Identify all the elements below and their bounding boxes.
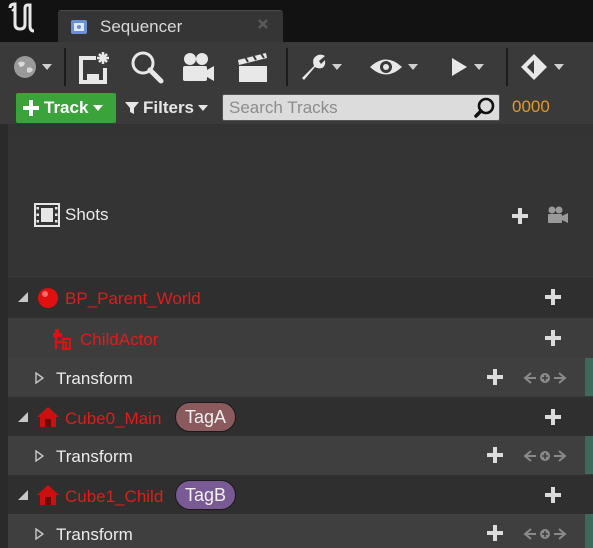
chevron-down-icon bbox=[93, 105, 104, 111]
camera-icon bbox=[183, 53, 214, 81]
wrench-icon bbox=[302, 54, 326, 80]
toolbar bbox=[0, 42, 593, 92]
current-frame-number[interactable]: 0000 bbox=[512, 97, 550, 117]
search-box[interactable] bbox=[222, 94, 500, 121]
chevron-down-icon bbox=[198, 105, 209, 111]
world-button[interactable] bbox=[12, 48, 52, 86]
add-key-button[interactable] bbox=[487, 369, 503, 385]
playback-options-button[interactable] bbox=[448, 48, 484, 86]
world-icon bbox=[14, 56, 36, 78]
camera-icon[interactable] bbox=[546, 205, 570, 225]
chevron-down-icon bbox=[554, 64, 564, 70]
track-row-transform[interactable]: Transform bbox=[8, 514, 593, 548]
add-track-button[interactable] bbox=[545, 289, 561, 305]
film-strip-icon bbox=[34, 203, 60, 227]
track-color-strip bbox=[585, 514, 593, 548]
add-track-label: Track bbox=[44, 98, 89, 117]
actor-house-icon bbox=[37, 407, 59, 427]
add-key-button[interactable] bbox=[487, 525, 503, 541]
chevron-down-icon bbox=[408, 64, 418, 70]
track-name: Cube0_Main bbox=[65, 409, 162, 428]
funnel-icon bbox=[125, 102, 139, 114]
filters-button[interactable]: Filters bbox=[124, 96, 209, 120]
clapperboard-icon bbox=[238, 51, 267, 82]
filters-label: Filters bbox=[143, 98, 195, 117]
collapse-arrow-icon[interactable] bbox=[18, 490, 28, 500]
play-icon bbox=[452, 58, 467, 76]
filter-bar: Track Filters 0000 bbox=[0, 92, 593, 124]
close-icon[interactable] bbox=[257, 18, 269, 30]
add-key-button[interactable] bbox=[487, 447, 503, 463]
add-track-button[interactable] bbox=[545, 409, 561, 425]
key-navigation-icon[interactable] bbox=[522, 371, 568, 385]
add-track-button[interactable] bbox=[545, 330, 561, 346]
shots-track[interactable]: Shots bbox=[8, 138, 593, 274]
track-name: Cube1_Child bbox=[65, 487, 164, 506]
track-name: Transform bbox=[56, 447, 133, 466]
render-movie-button[interactable] bbox=[236, 48, 270, 86]
expand-arrow-icon[interactable] bbox=[35, 372, 44, 384]
key-navigation-icon[interactable] bbox=[522, 449, 568, 463]
track-tree: Shots BP_Parent_World ChildActor Transfo… bbox=[8, 124, 593, 548]
separator bbox=[506, 48, 508, 86]
actor-sphere-icon bbox=[38, 288, 58, 308]
key-navigation-icon[interactable] bbox=[522, 527, 568, 541]
camera-button[interactable] bbox=[180, 48, 216, 86]
tag-badge[interactable]: TagB bbox=[175, 480, 237, 510]
save-as-button[interactable] bbox=[76, 48, 110, 86]
track-row-child-actor[interactable]: ChildActor bbox=[8, 318, 593, 358]
track-name: Transform bbox=[56, 369, 133, 388]
keyframe-icon bbox=[521, 54, 547, 80]
unreal-logo-icon[interactable] bbox=[6, 2, 40, 34]
track-name: Transform bbox=[56, 525, 133, 544]
settings-button[interactable] bbox=[298, 48, 342, 86]
add-shot-button[interactable] bbox=[512, 208, 528, 224]
plus-icon bbox=[23, 100, 39, 116]
track-row-bp-parent-world[interactable]: BP_Parent_World bbox=[8, 276, 593, 316]
collapse-arrow-icon[interactable] bbox=[18, 292, 28, 302]
add-track-button[interactable] bbox=[545, 487, 561, 503]
track-color-strip bbox=[585, 358, 593, 398]
track-color-strip bbox=[585, 436, 593, 476]
actor-house-icon bbox=[37, 485, 59, 505]
sequencer-icon bbox=[71, 20, 87, 34]
search-input[interactable] bbox=[229, 97, 469, 119]
tab-sequencer[interactable]: Sequencer bbox=[58, 10, 283, 42]
find-button[interactable] bbox=[130, 48, 164, 86]
chevron-down-icon bbox=[332, 64, 342, 70]
track-row-transform[interactable]: Transform bbox=[8, 358, 593, 398]
title-bar: Sequencer bbox=[0, 0, 593, 42]
collapse-arrow-icon[interactable] bbox=[18, 412, 28, 422]
separator bbox=[64, 48, 66, 86]
track-name: ChildActor bbox=[80, 330, 159, 349]
separator bbox=[286, 48, 288, 86]
track-row-cube0-main[interactable]: Cube0_Main TagA bbox=[8, 396, 593, 436]
track-row-transform[interactable]: Transform bbox=[8, 436, 593, 476]
view-options-button[interactable] bbox=[368, 48, 418, 86]
child-actor-icon bbox=[53, 329, 71, 350]
key-options-button[interactable] bbox=[518, 48, 564, 86]
save-as-icon bbox=[79, 52, 109, 84]
track-row-cube1-child[interactable]: Cube1_Child TagB bbox=[8, 474, 593, 514]
search-icon bbox=[131, 51, 164, 84]
expand-arrow-icon[interactable] bbox=[35, 528, 44, 540]
search-icon[interactable] bbox=[474, 97, 496, 119]
tag-badge[interactable]: TagA bbox=[175, 402, 237, 432]
chevron-down-icon bbox=[474, 64, 484, 70]
add-track-button[interactable]: Track bbox=[16, 93, 116, 123]
chevron-down-icon bbox=[42, 64, 52, 70]
shots-label: Shots bbox=[65, 205, 109, 224]
track-name: BP_Parent_World bbox=[65, 289, 201, 308]
tab-title: Sequencer bbox=[100, 17, 183, 36]
eye-icon bbox=[370, 59, 402, 75]
expand-arrow-icon[interactable] bbox=[35, 450, 44, 462]
